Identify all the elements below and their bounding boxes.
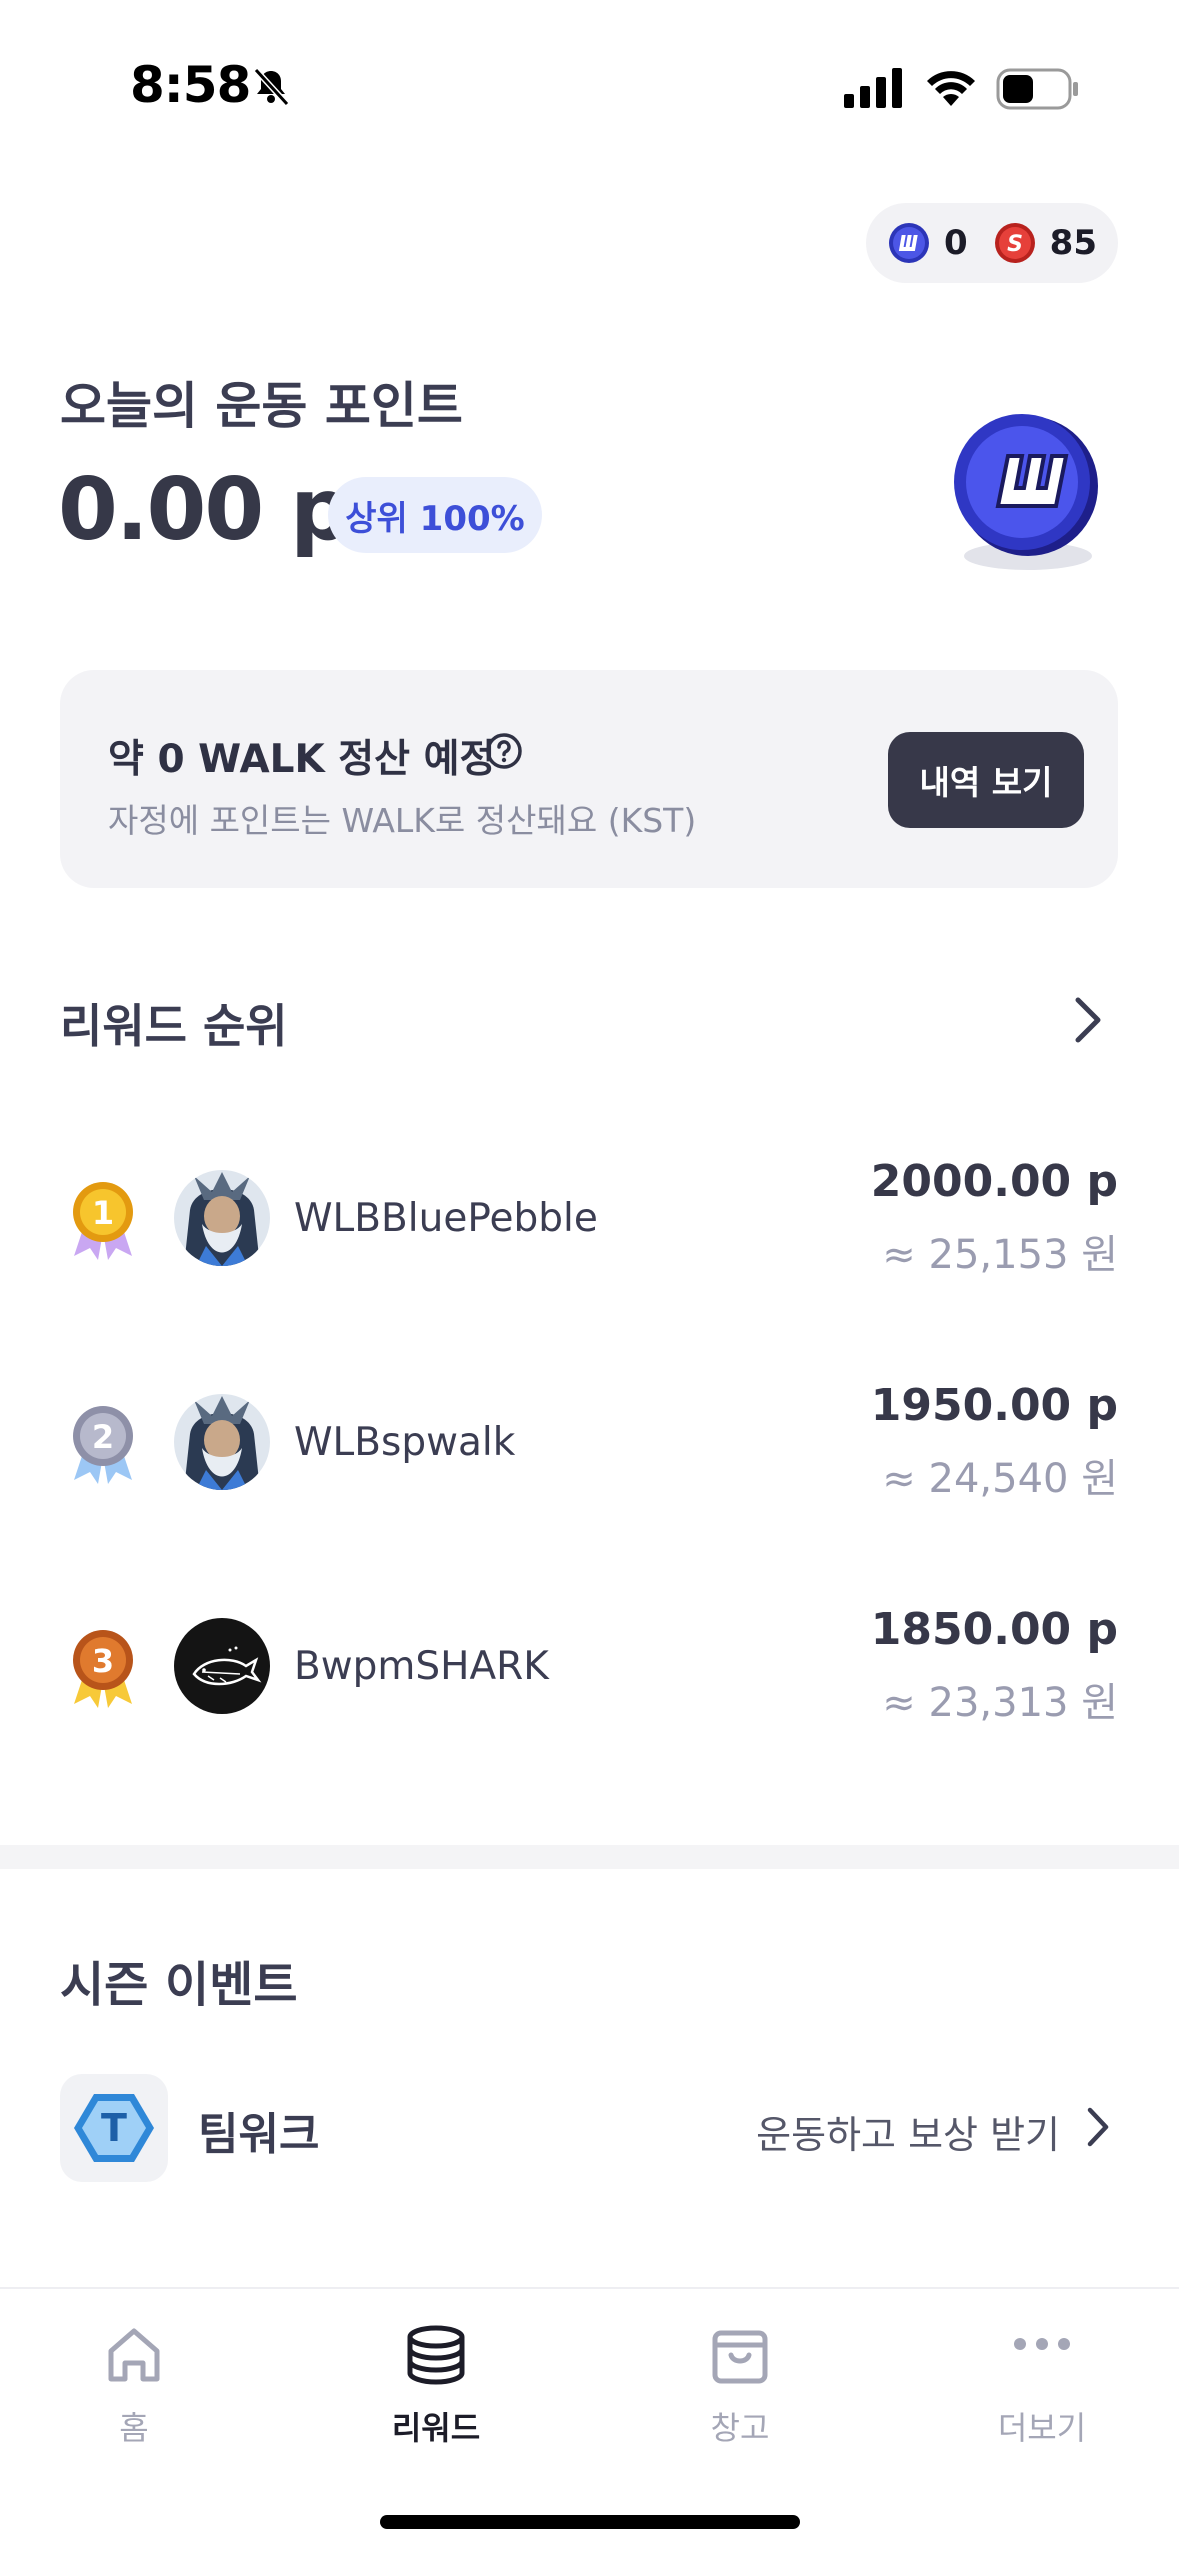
- wifi-icon: [927, 71, 975, 106]
- event-name: 팀워크: [198, 2109, 320, 2160]
- svg-text:3: 3: [92, 1642, 114, 1680]
- token-balance-pill[interactable]: 0 S 85: [866, 203, 1118, 283]
- coins-icon: [407, 2325, 465, 2385]
- rank-krw-estimate: ≈ 25,153 원: [882, 1232, 1118, 1278]
- svg-text:T: T: [101, 2106, 127, 2150]
- today-points-value: 0.00 p: [58, 460, 352, 560]
- settlement-card: 약 0 WALK 정산 예정 자정에 포인트는 WALK로 정산돼요 (KST)…: [60, 670, 1118, 888]
- cellular-signal-icon: [844, 68, 902, 108]
- tab-more[interactable]: 더보기: [942, 2319, 1142, 2479]
- rank-krw-estimate: ≈ 23,313 원: [882, 1680, 1118, 1726]
- view-history-button[interactable]: 내역 보기: [888, 732, 1084, 828]
- ranking-row[interactable]: 3 BwpmSHARK 1850.00 p ≈ 23,313 원: [0, 1594, 1179, 1734]
- rank-krw-estimate: ≈ 24,540 원: [882, 1456, 1118, 1502]
- gold-medal-icon: 1: [73, 1182, 133, 1260]
- home-indicator[interactable]: [380, 2515, 800, 2529]
- help-icon[interactable]: [485, 732, 523, 770]
- section-divider: [0, 1845, 1179, 1869]
- teamwork-event-row[interactable]: T 팀워크 운동하고 보상 받기: [60, 2074, 1118, 2182]
- tab-rewards[interactable]: 리워드: [336, 2319, 536, 2479]
- svg-text:2: 2: [92, 1418, 114, 1456]
- teamwork-icon: T: [60, 2074, 168, 2182]
- tab-label: 더보기: [997, 2409, 1087, 2447]
- ranking-row[interactable]: 2 WLBspwalk 1950.00 p ≈ 24,540 원: [0, 1370, 1179, 1510]
- walk-token-count: 0: [944, 223, 968, 263]
- event-cta-link[interactable]: 운동하고 보상 받기: [756, 2104, 1060, 2159]
- s-token-count: 85: [1049, 223, 1097, 263]
- avatar: [174, 1394, 270, 1490]
- settlement-subtitle: 자정에 포인트는 WALK로 정산돼요 (KST): [108, 801, 697, 840]
- reward-screen: 8:58 0 S 85 오늘의 운동 포인트 0.00 p 상위 100% 약 …: [0, 0, 1179, 2556]
- rank-user-name: WLBBluePebble: [294, 1196, 598, 1241]
- more-dots-icon: [1014, 2338, 1070, 2350]
- reward-ranking-title[interactable]: 리워드 순위: [60, 990, 288, 1056]
- ranking-row[interactable]: 1 WLBBluePebble 2000.00 p ≈ 25,153 원: [0, 1146, 1179, 1286]
- walk-coin-large-icon: [954, 414, 1098, 570]
- status-time: 8:58: [130, 56, 251, 114]
- rank-user-name: WLBspwalk: [294, 1420, 516, 1465]
- rank-points: 1950.00 p: [870, 1380, 1118, 1431]
- s-coin-icon: S: [994, 222, 1036, 264]
- season-event-title: 시즌 이벤트: [60, 1957, 298, 2013]
- tab-label: 리워드: [391, 2409, 481, 2447]
- bronze-medal-icon: 3: [73, 1630, 133, 1708]
- silver-medal-icon: 2: [73, 1406, 133, 1484]
- settlement-title: 약 0 WALK 정산 예정: [108, 737, 496, 782]
- tab-home[interactable]: 홈: [34, 2319, 234, 2479]
- chevron-right-icon[interactable]: [1078, 2100, 1118, 2154]
- tab-storage[interactable]: 창고: [640, 2319, 840, 2479]
- today-points-title: 오늘의 운동 포인트: [60, 377, 463, 435]
- battery-icon: [996, 68, 1078, 110]
- rank-user-name: BwpmSHARK: [294, 1644, 549, 1689]
- tab-label: 홈: [119, 2409, 149, 2447]
- chevron-right-icon[interactable]: [1066, 992, 1110, 1048]
- svg-text:S: S: [1007, 232, 1023, 257]
- rank-points: 2000.00 p: [870, 1156, 1118, 1207]
- svg-text:1: 1: [92, 1194, 114, 1232]
- rank-percentile-chip: 상위 100%: [328, 477, 542, 553]
- walk-coin-icon: [888, 222, 930, 264]
- avatar: [174, 1618, 270, 1714]
- home-icon: [108, 2328, 160, 2382]
- bell-muted-icon: [253, 67, 290, 107]
- storage-box-icon: [712, 2330, 768, 2384]
- tab-label: 창고: [710, 2409, 770, 2447]
- rank-points: 1850.00 p: [870, 1604, 1118, 1655]
- avatar: [174, 1170, 270, 1266]
